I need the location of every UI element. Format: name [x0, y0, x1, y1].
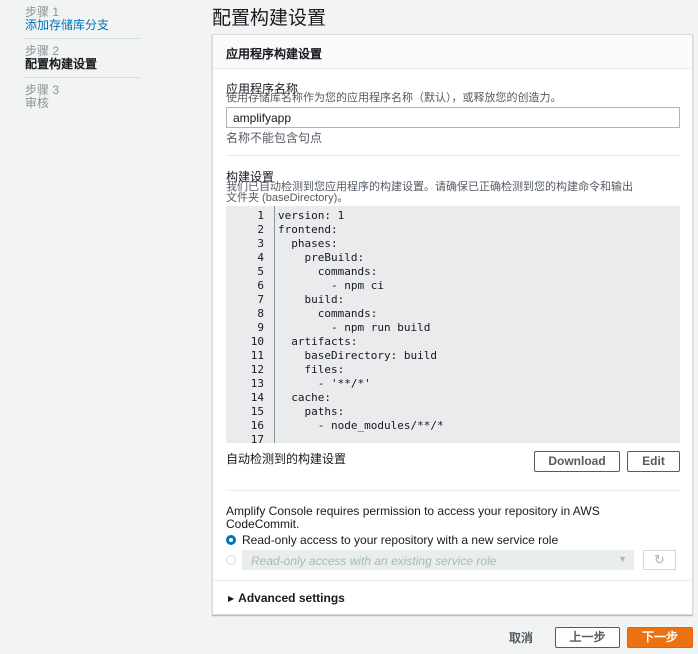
divider [226, 490, 680, 491]
line-number: 14 [250, 391, 264, 404]
caret-right-icon: ▶ [228, 594, 235, 603]
code-text: phases: [278, 237, 338, 250]
divider [213, 580, 692, 581]
line-number: 4 [257, 251, 264, 264]
code-text: paths: [278, 405, 345, 418]
code-text: frontend: [278, 223, 338, 236]
auto-detected-label: 自动检测到的构建设置 [226, 452, 347, 466]
code-text: commands: [278, 307, 378, 320]
code-text: version: 1 [278, 209, 345, 222]
code-text: artifacts: [278, 335, 358, 348]
line-number: 11 [250, 349, 264, 362]
radio-existing-role[interactable] [226, 555, 236, 565]
line-number: 12 [250, 363, 264, 376]
step-divider [25, 38, 140, 39]
line-number: 13 [250, 377, 264, 390]
radio-new-role[interactable] [226, 535, 236, 545]
build-settings-panel: 应用程序构建设置 应用程序名称 使用存储库名称作为您的应用程序名称（默认），或释… [212, 34, 693, 615]
step-2-name: 配置构建设置 [25, 57, 98, 71]
code-text: baseDirectory: build [278, 349, 437, 362]
previous-button[interactable]: 上一步 [555, 627, 620, 648]
line-number: 8 [257, 307, 264, 320]
step-2: 步骤 2 配置构建设置 [25, 43, 140, 74]
line-number: 7 [257, 293, 264, 306]
download-button[interactable]: Download [534, 451, 620, 472]
step-3-name: 审核 [25, 96, 50, 110]
refresh-icon: ↻ [654, 552, 665, 567]
code-text: - npm ci [278, 279, 384, 292]
existing-role-placeholder: Read-only access with an existing servic… [251, 554, 497, 568]
line-number: 15 [250, 405, 264, 418]
code-text: - node_modules/**/* [278, 419, 444, 432]
step-1-name[interactable]: 添加存储库分支 [25, 19, 140, 32]
cancel-button[interactable]: 取消 [509, 629, 533, 646]
divider [226, 155, 680, 156]
line-number: 3 [257, 237, 264, 250]
permission-text-2: CodeCommit. [226, 517, 300, 531]
code-text: commands: [278, 265, 378, 278]
app-name-input[interactable] [226, 107, 680, 128]
refresh-button[interactable]: ↻ [643, 550, 676, 570]
code-text: files: [278, 363, 345, 376]
app-name-hint: 名称不能包含句点 [226, 131, 323, 145]
build-settings-description-2: 文件夹 (baseDirectory)。 [226, 192, 349, 204]
line-number: 10 [250, 335, 264, 348]
chevron-down-icon: ▼ [618, 554, 627, 564]
radio-new-role-label[interactable]: Read-only access to your repository with… [242, 533, 558, 547]
permission-text-1: Amplify Console requires permission to a… [226, 504, 600, 518]
panel-header: 应用程序构建设置 [213, 35, 692, 69]
line-number: 17 [250, 433, 264, 446]
code-text: - npm run build [278, 321, 431, 334]
code-text: - '**/*' [278, 377, 371, 390]
code-text: preBuild: [278, 251, 365, 264]
next-button[interactable]: 下一步 [627, 627, 693, 648]
advanced-settings-label: Advanced settings [238, 591, 345, 605]
code-text: build: [278, 293, 345, 306]
wizard-steps: 步骤 1 添加存储库分支 步骤 2 配置构建设置 步骤 3 审核 [25, 4, 140, 113]
line-number: 9 [257, 321, 264, 334]
build-spec-editor[interactable]: 1 version: 1 2 frontend: 3 phases: 4 preBuild… [226, 206, 680, 446]
step-divider [25, 77, 140, 78]
step-3: 步骤 3 审核 [25, 82, 140, 113]
app-name-description: 使用存储库名称作为您的应用程序名称（默认），或释放您的创造力。 [226, 92, 562, 104]
step-1[interactable]: 步骤 1 添加存储库分支 [25, 4, 140, 35]
code-text: cache: [278, 391, 331, 404]
advanced-settings-toggle[interactable]: ▶ Advanced settings [228, 591, 345, 605]
line-number: 5 [257, 265, 264, 278]
line-number: 6 [257, 279, 264, 292]
page-title: 配置构建设置 [212, 8, 327, 29]
existing-role-select[interactable]: Read-only access with an existing servic… [242, 550, 634, 570]
line-number: 16 [250, 419, 264, 432]
line-number: 1 [257, 209, 264, 222]
edit-button[interactable]: Edit [627, 451, 680, 472]
line-number: 2 [257, 223, 264, 236]
